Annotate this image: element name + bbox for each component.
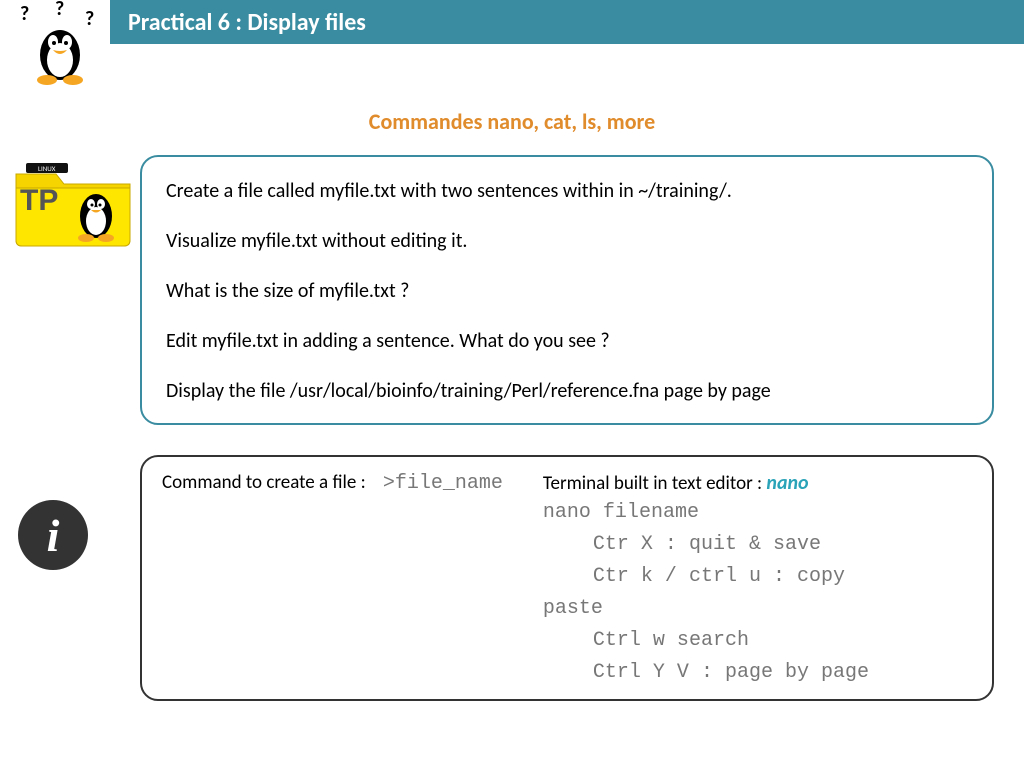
questions-box: Create a file called myfile.txt with two… — [140, 155, 994, 425]
nano-shortcut: Ctr X : quit & save — [543, 529, 972, 561]
subtitle: Commandes nano, cat, ls, more — [0, 108, 1024, 135]
tux-questionmarks-image: ? ? ? — [15, 0, 105, 90]
create-file-label: Command to create a file : — [162, 471, 366, 494]
info-box: Command to create a file : >file_name Te… — [140, 455, 994, 701]
info-icon: i — [18, 500, 88, 570]
page-title: Practical 6 : Display files — [128, 8, 366, 37]
question-line: Edit myfile.txt in adding a sentence. Wh… — [166, 327, 968, 355]
svg-text:?: ? — [85, 7, 94, 31]
svg-text:?: ? — [55, 0, 64, 21]
question-line: Visualize myfile.txt without editing it. — [166, 227, 968, 255]
nano-paste: paste — [543, 597, 603, 620]
question-line: Display the file /usr/local/bioinfo/trai… — [166, 377, 968, 405]
nano-shortcut: Ctrl Y V : page by page — [543, 657, 972, 689]
nano-name: nano — [766, 471, 808, 495]
svg-text:TP: TP — [20, 184, 58, 217]
question-line: Create a file called myfile.txt with two… — [166, 177, 968, 205]
svg-text:?: ? — [20, 2, 29, 26]
nano-usage: nano filename — [543, 501, 699, 524]
nano-shortcut: Ctrl w search — [543, 625, 972, 657]
tp-folder-icon: LINUX TP — [8, 158, 138, 248]
svg-text:LINUX: LINUX — [38, 164, 56, 173]
editor-label: Terminal built in text editor : — [543, 472, 762, 495]
info-left-col: Command to create a file : >file_name — [162, 471, 503, 689]
question-line: What is the size of myfile.txt ? — [166, 277, 968, 305]
create-file-code: >file_name — [383, 472, 503, 495]
info-right-col: Terminal built in text editor : nano nan… — [543, 471, 972, 689]
nano-shortcut: Ctr k / ctrl u : copy — [543, 561, 972, 593]
header-bar: Practical 6 : Display files — [110, 0, 1024, 44]
